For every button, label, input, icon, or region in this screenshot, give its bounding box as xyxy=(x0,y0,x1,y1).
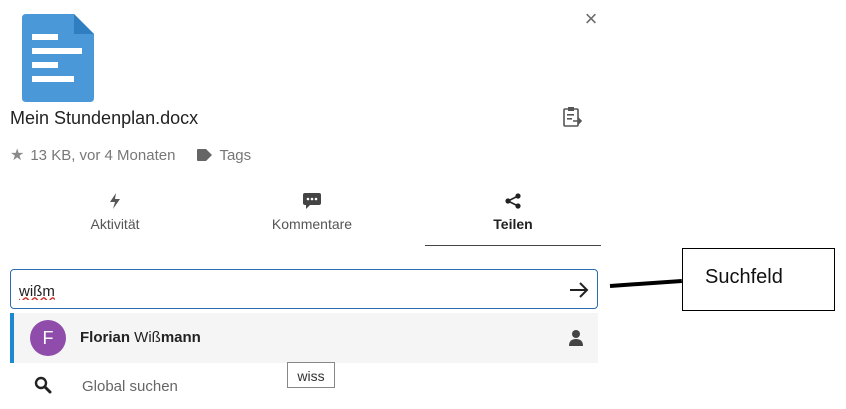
avatar: F xyxy=(30,320,66,356)
user-name-end: mann xyxy=(160,329,201,346)
tags-link[interactable]: Tags xyxy=(219,147,251,164)
search-icon xyxy=(34,376,52,394)
tab-share-label: Teilen xyxy=(493,216,533,232)
search-box[interactable] xyxy=(10,269,598,309)
global-search-label: Global suchen xyxy=(82,378,178,395)
share-icon xyxy=(505,193,521,209)
comment-icon xyxy=(303,193,321,209)
arrow-right-icon[interactable] xyxy=(567,278,591,302)
tab-share[interactable]: Teilen xyxy=(425,190,601,246)
user-name: Florian Wißmann xyxy=(80,329,201,346)
lightning-icon xyxy=(110,193,120,209)
tab-comments[interactable]: Kommentare xyxy=(232,190,392,242)
tab-activity-label: Aktivität xyxy=(90,216,140,232)
close-icon: × xyxy=(584,6,598,31)
file-meta: ★ 13 KB, vor 4 Monaten Tags xyxy=(10,145,251,165)
tag-icon xyxy=(197,149,213,161)
search-result-user[interactable]: F Florian Wißmann xyxy=(10,313,598,363)
tab-activity[interactable]: Aktivität xyxy=(40,190,190,242)
tab-comments-label: Kommentare xyxy=(271,216,353,232)
file-size-date: 13 KB, vor 4 Monaten xyxy=(30,146,176,164)
user-name-first: Florian xyxy=(80,329,131,346)
file-name: Mein Stundenplan.docx xyxy=(10,108,199,128)
document-icon xyxy=(22,14,94,102)
tooltip: wiss xyxy=(287,362,335,388)
annotation-label: Suchfeld xyxy=(682,248,835,311)
annotation-line xyxy=(609,278,682,288)
user-name-middle: Wiß xyxy=(130,329,161,346)
clipboard-icon[interactable] xyxy=(561,106,583,128)
close-button[interactable]: × xyxy=(578,6,604,32)
person-icon xyxy=(569,330,583,346)
search-input[interactable] xyxy=(17,279,561,303)
star-icon[interactable]: ★ xyxy=(10,145,24,165)
